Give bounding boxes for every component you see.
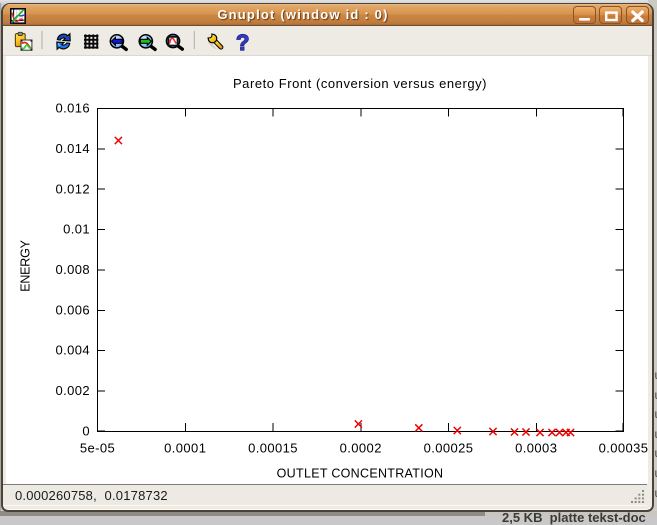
svg-text:Pareto Front (conversion versu: Pareto Front (conversion versus energy): [233, 76, 487, 91]
svg-text:0.00025: 0.00025: [424, 441, 474, 456]
svg-text:OUTLET CONCENTRATION: OUTLET CONCENTRATION: [277, 467, 444, 481]
svg-text:0.0003: 0.0003: [515, 441, 557, 456]
svg-text:0.01: 0.01: [63, 222, 90, 237]
svg-text:ENERGY: ENERGY: [19, 239, 33, 291]
svg-text:0.004: 0.004: [55, 343, 90, 358]
svg-text:0.0001: 0.0001: [164, 441, 206, 456]
svg-text:0.014: 0.014: [55, 141, 90, 156]
svg-text:?: ?: [236, 30, 249, 55]
svg-text:0.0002: 0.0002: [340, 441, 382, 456]
svg-text:0.00035: 0.00035: [599, 441, 648, 456]
svg-text:0.00015: 0.00015: [248, 441, 298, 456]
svg-text:0.006: 0.006: [55, 302, 90, 317]
svg-text:0.016: 0.016: [55, 101, 90, 116]
svg-text:0.012: 0.012: [55, 181, 90, 196]
svg-text:0.008: 0.008: [55, 262, 90, 277]
svg-text:0: 0: [82, 423, 90, 438]
svg-text:0.002: 0.002: [55, 383, 90, 398]
svg-text:5e-05: 5e-05: [80, 441, 115, 456]
